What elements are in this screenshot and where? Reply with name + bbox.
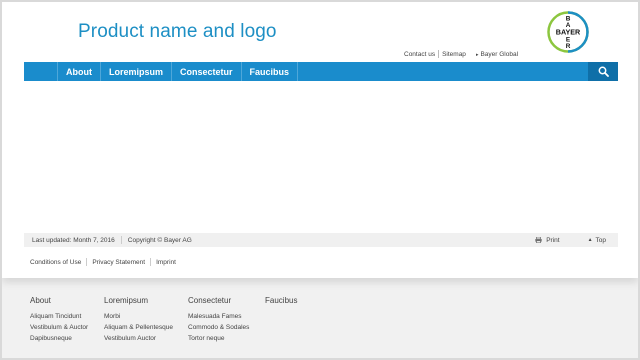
printer-icon [535,237,542,243]
privacy-link[interactable]: Privacy Statement [92,259,145,266]
sitemap-link[interactable]: Aliquam & Pellentesque [104,322,173,333]
nav-item-loremipsum[interactable]: Loremipsum [101,62,173,81]
bayer-logo[interactable]: B A BAYER E R [546,10,590,54]
global-link[interactable]: ▸ Bayer Global [476,51,518,58]
arrow-up-icon: ▲ [587,237,593,243]
search-button[interactable] [588,62,618,81]
nav-fill [298,62,588,81]
imprint-link[interactable]: Imprint [156,259,176,266]
sitemap-heading[interactable]: Faucibus [265,296,297,305]
sitemap-link[interactable]: Commodo & Sodales [188,322,249,333]
sitemap-column-about: About Aliquam Tincidunt Vestibulum & Auc… [30,296,88,344]
sitemap-column-faucibus: Faucibus [265,296,297,311]
product-title: Product name and logo [78,21,277,42]
nav-item-faucibus[interactable]: Faucibus [242,62,299,81]
divider [150,258,152,266]
sitemap-link[interactable]: Sitemap [442,51,466,58]
sitemap-heading[interactable]: About [30,296,88,305]
page-footer-bar: Last updated: Month 7, 2016 Copyright © … [24,233,618,247]
sitemap-link[interactable]: Tortor neque [188,333,249,344]
sitemap-link[interactable]: Dapibusneque [30,333,88,344]
contact-link[interactable]: Contact us [404,51,435,58]
sitemap-column-consectetur: Consectetur Malesuada Fames Commodo & So… [188,296,249,344]
main-navigation: About Loremipsum Consectetur Faucibus [24,62,618,81]
utility-links: Contact us Sitemap ▸ Bayer Global [404,50,518,58]
sitemap-heading[interactable]: Loremipsum [104,296,173,305]
divider [120,236,122,244]
divider [86,258,88,266]
page-main: Product name and logo B A BAYER E R Cont… [2,2,638,278]
sitemap-link[interactable]: Vestibulum & Auctor [30,322,88,333]
legal-links: Conditions of Use Privacy Statement Impr… [30,258,176,266]
divider [438,50,440,58]
global-link-label: Bayer Global [480,50,519,58]
chevron-right-icon: ▸ [475,51,479,58]
copyright-text: Copyright © Bayer AG [127,236,192,244]
back-to-top-button[interactable]: ▲ Top [588,237,606,244]
nav-home-spacer [24,62,58,81]
sitemap-link[interactable]: Morbi [104,311,173,322]
sitemap-heading[interactable]: Consectetur [188,296,249,305]
bayer-cross-icon: B A BAYER E R [547,11,589,53]
nav-item-about[interactable]: About [58,62,101,81]
print-button[interactable]: Print [535,236,560,244]
conditions-link[interactable]: Conditions of Use [30,259,81,266]
last-updated-text: Last updated: Month 7, 2016 [32,236,115,244]
top-label: Top [595,236,606,244]
sitemap-link[interactable]: Vestibulum Auctor [104,333,173,344]
sitemap-link[interactable]: Aliquam Tincidunt [30,311,88,322]
search-icon [598,66,609,77]
print-label: Print [546,236,560,244]
nav-item-consectetur[interactable]: Consectetur [172,62,242,81]
sitemap-column-loremipsum: Loremipsum Morbi Aliquam & Pellentesque … [104,296,173,344]
sitemap-link[interactable]: Malesuada Fames [188,311,249,322]
svg-text:R: R [566,43,571,50]
footer-sitemap: About Aliquam Tincidunt Vestibulum & Auc… [2,278,638,358]
svg-text:BAYER: BAYER [556,27,581,36]
page-frame: Product name and logo B A BAYER E R Cont… [2,2,638,358]
